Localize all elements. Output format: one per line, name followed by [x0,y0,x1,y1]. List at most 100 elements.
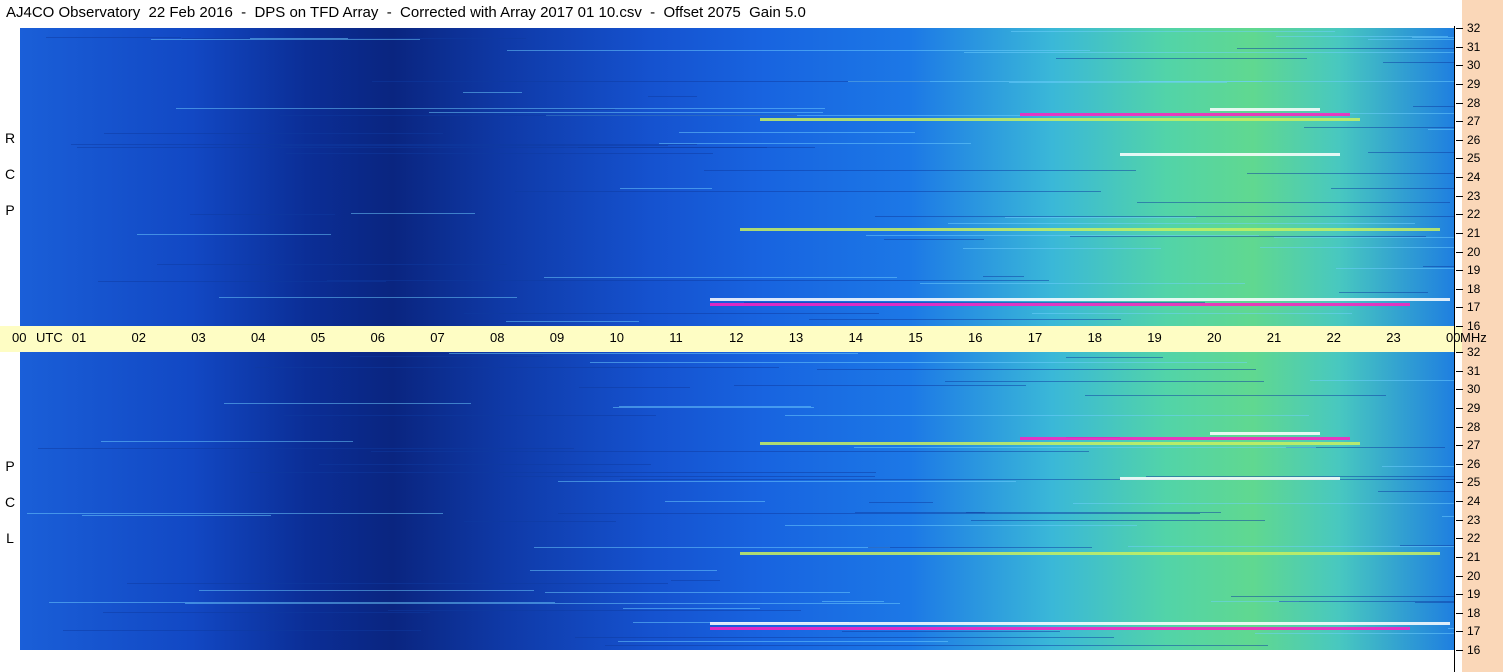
spectrum-streak [1382,466,1454,467]
utc-tick-19: 19 [1147,330,1162,345]
spectrum-streak [613,407,814,408]
spectrum-streak [590,362,1247,363]
spectrum-streak [372,81,930,82]
radio-burst-band [710,627,1410,630]
spectrum-streak [963,248,1161,249]
radio-burst-band [760,442,1360,445]
spectrum-streak [1279,601,1454,602]
spectrum-streak [255,367,779,368]
spectrum-streak [250,472,876,473]
spectrum-streak [671,580,720,581]
spectrum-streak [103,612,430,613]
spectrum-streak [506,321,639,322]
spectrum-streak [350,356,543,357]
spectrum-streak [948,223,1415,224]
spectrum-streak [101,441,353,442]
spectrum-streak [63,630,421,631]
spectrum-streak [250,38,348,39]
spectrum-streak [1336,268,1454,269]
radio-burst-band [1120,153,1340,156]
radio-burst-band [1210,108,1320,111]
spectrum-streak [1415,602,1454,603]
utc-tick-24: 00 [1446,330,1461,345]
spectrum-streak [463,92,522,93]
spectrum-streak [966,512,1221,513]
lcp-letter-3: L [6,530,14,546]
spectrum-streak [1276,36,1448,37]
spectrum-streak [46,37,181,38]
spectrum-streak [983,276,1024,277]
utc-tick-15: 15 [908,330,923,345]
spectrum-streak [1304,127,1454,128]
spectrum-streak [1247,173,1454,174]
utc-tick-8: 08 [490,330,505,345]
spectrum-streak [817,369,1256,370]
radio-burst-band [1020,437,1350,440]
spectrum-streak [1412,37,1454,38]
spectrum-streak [869,502,933,503]
spectrum-streak [49,602,555,603]
utc-tick-11: 11 [669,330,683,345]
spectrum-streak [1423,266,1454,267]
radio-burst-band [1120,477,1340,480]
spectrum-streak [659,143,971,144]
spectrum-streak [866,235,1259,236]
spectrum-streak [1442,516,1454,517]
spectrum-streak [157,264,507,265]
utc-unit-label: UTC [36,330,63,345]
spectrum-streak [920,283,1245,284]
spectrum-streak [190,214,335,215]
spectrum-streak [286,153,713,154]
rcp-letter-1: R [4,130,16,146]
spectrum-streak [785,415,1309,416]
spectrum-streak [327,280,1049,281]
spectrum-streak [884,239,984,240]
utc-tick-0: 00 [12,330,27,345]
spectrum-streak [219,297,517,298]
chart-title: AJ4CO Observatory 22 Feb 2016 - DPS on T… [0,0,1462,26]
spectrum-streak [1146,476,1454,477]
rcp-spectrogram [20,28,1454,326]
radio-burst-band [710,622,1450,625]
spectrum-streak [319,464,651,465]
spectrum-streak [575,637,1114,638]
utc-tick-4: 04 [251,330,266,345]
spectrum-streak [822,601,884,602]
lcp-letter-2: C [4,494,16,510]
utc-tick-3: 03 [191,330,206,345]
utc-tick-22: 22 [1326,330,1341,345]
spectrum-streak [1383,62,1454,63]
spectrum-streak [854,447,1316,448]
spectrum-streak [507,50,1090,51]
spectrum-streak [545,592,850,593]
spectrum-streak [578,147,767,148]
spectrum-streak [185,603,900,604]
spectrum-streak [704,170,1136,171]
spectrum-streak [1032,313,1352,314]
spectrum-streak [809,319,1121,320]
spectrum-streak [82,515,271,516]
spectrum-streak [503,476,875,477]
spectrum-streak [734,385,1026,386]
spectrum-streak [224,403,471,404]
spectrum-streak [449,353,858,354]
spectrum-streak [875,216,1454,217]
spectrum-streak [1428,129,1454,130]
spectrum-streak [618,641,948,642]
spectrum-streak [137,234,331,235]
spectrum-streak [71,144,697,145]
spectrum-streak [1066,357,1163,358]
radio-burst-band [710,298,1450,301]
spectrum-streak [1073,503,1454,504]
spectrum-streak [280,115,797,116]
spectrum-streak [199,590,534,591]
spectrum-streak [388,610,801,611]
utc-tick-16: 16 [968,330,983,345]
spectrum-streak [1005,217,1196,218]
spectrum-streak [619,406,811,407]
spectrum-streak [371,451,1089,452]
spectrum-streak [429,112,823,113]
spectrum-streak [558,513,1200,514]
spectrum-streak [868,547,1092,548]
utc-tick-13: 13 [788,330,804,345]
